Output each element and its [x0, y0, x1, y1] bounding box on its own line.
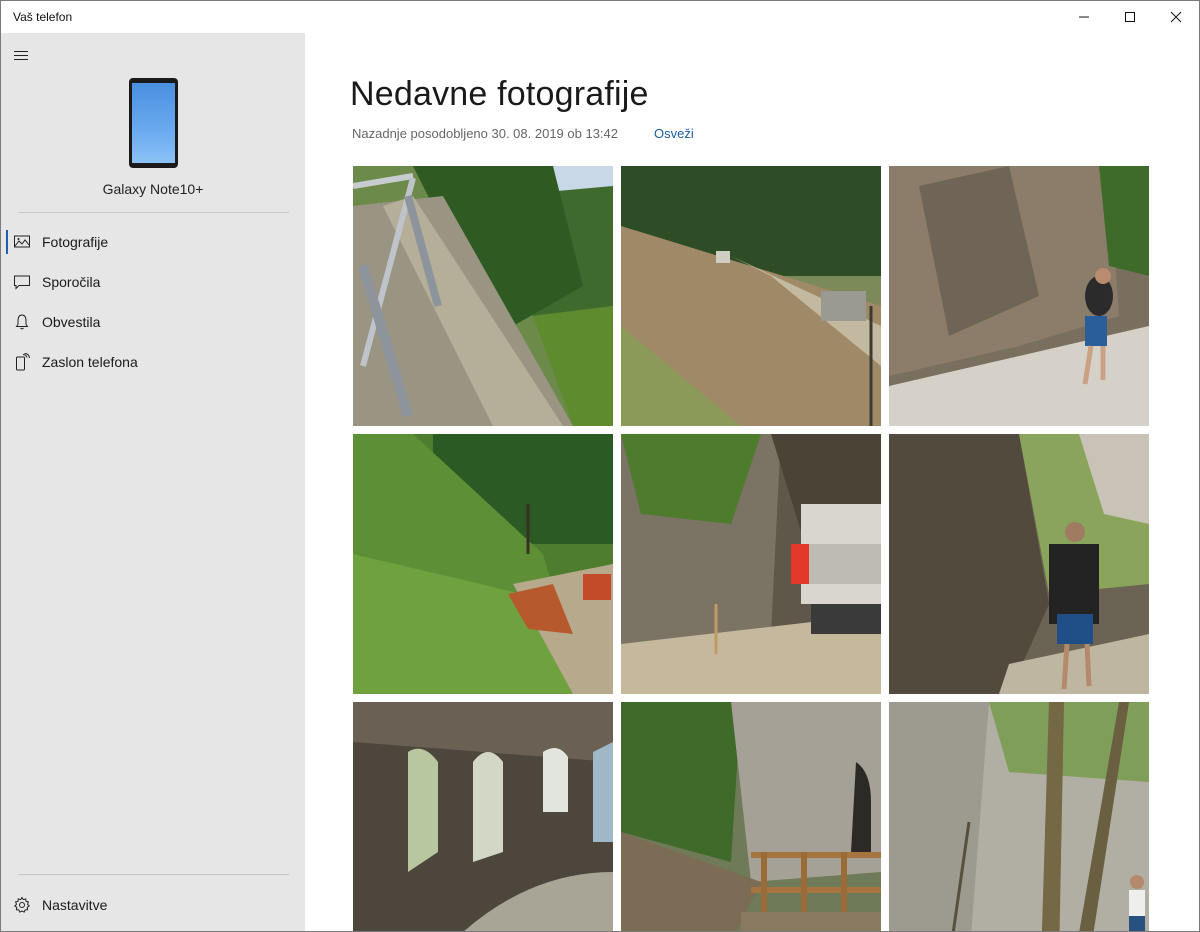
photo-7[interactable] — [353, 702, 613, 931]
divider — [18, 212, 289, 213]
photo-image — [621, 702, 881, 931]
sidebar: Galaxy Note10+ Fotografije Sporočila Obv… — [1, 33, 305, 931]
last-updated-text: Nazadnje posodobljeno 30. 08. 2019 ob 13… — [352, 126, 618, 141]
photo-image — [889, 166, 1149, 426]
close-icon — [1170, 11, 1182, 23]
bell-icon — [15, 314, 29, 330]
divider — [18, 874, 289, 875]
photo-image — [621, 434, 881, 694]
photo-1[interactable] — [353, 166, 613, 426]
gear-icon — [14, 896, 30, 913]
refresh-link[interactable]: Osveži — [654, 126, 694, 141]
sidebar-item-settings[interactable]: Nastavitve — [1, 885, 305, 925]
close-button[interactable] — [1153, 1, 1199, 33]
minimize-icon — [1079, 16, 1089, 18]
sidebar-item-messages[interactable]: Sporočila — [1, 262, 305, 302]
photo-image — [353, 702, 613, 931]
window-title: Vaš telefon — [13, 10, 73, 24]
phone-screen — [132, 83, 175, 163]
hamburger-line — [14, 55, 28, 56]
hamburger-line — [14, 51, 28, 52]
sidebar-item-label: Fotografije — [42, 234, 109, 250]
hamburger-line — [14, 59, 28, 60]
photo-4[interactable] — [353, 434, 613, 694]
sidebar-item-label: Obvestila — [42, 314, 101, 330]
photos-icon — [14, 235, 30, 248]
message-icon — [14, 275, 30, 290]
page-title: Nedavne fotografije — [350, 75, 649, 113]
sidebar-item-notifications[interactable]: Obvestila — [1, 302, 305, 342]
maximize-button[interactable] — [1107, 1, 1153, 33]
photo-5[interactable] — [621, 434, 881, 694]
photo-6[interactable] — [889, 434, 1149, 694]
main-content: Nedavne fotografije Nazadnje posodobljen… — [305, 33, 1199, 931]
photo-image — [353, 434, 613, 694]
sidebar-item-phone-screen[interactable]: Zaslon telefona — [1, 342, 305, 382]
maximize-icon — [1125, 12, 1135, 22]
photo-image — [889, 702, 1149, 931]
photo-image — [889, 434, 1149, 694]
photo-8[interactable] — [621, 702, 881, 931]
photo-image — [621, 166, 881, 426]
hamburger-menu-button[interactable] — [12, 47, 32, 63]
sidebar-item-label: Zaslon telefona — [42, 354, 138, 370]
photo-9[interactable] — [889, 702, 1149, 931]
phone-screen-icon — [16, 353, 30, 371]
active-indicator — [6, 230, 8, 254]
phone-image — [129, 78, 178, 168]
minimize-button[interactable] — [1061, 1, 1107, 33]
settings-label: Nastavitve — [42, 897, 108, 913]
sidebar-item-photos[interactable]: Fotografije — [1, 222, 305, 262]
photo-2[interactable] — [621, 166, 881, 426]
sidebar-item-label: Sporočila — [42, 274, 101, 290]
app-window: Vaš telefon Galaxy Note10+ Fotografije S… — [0, 0, 1200, 932]
device-name: Galaxy Note10+ — [102, 181, 204, 197]
title-bar: Vaš telefon — [1, 1, 1199, 33]
photo-3[interactable] — [889, 166, 1149, 426]
photo-image — [353, 166, 613, 426]
